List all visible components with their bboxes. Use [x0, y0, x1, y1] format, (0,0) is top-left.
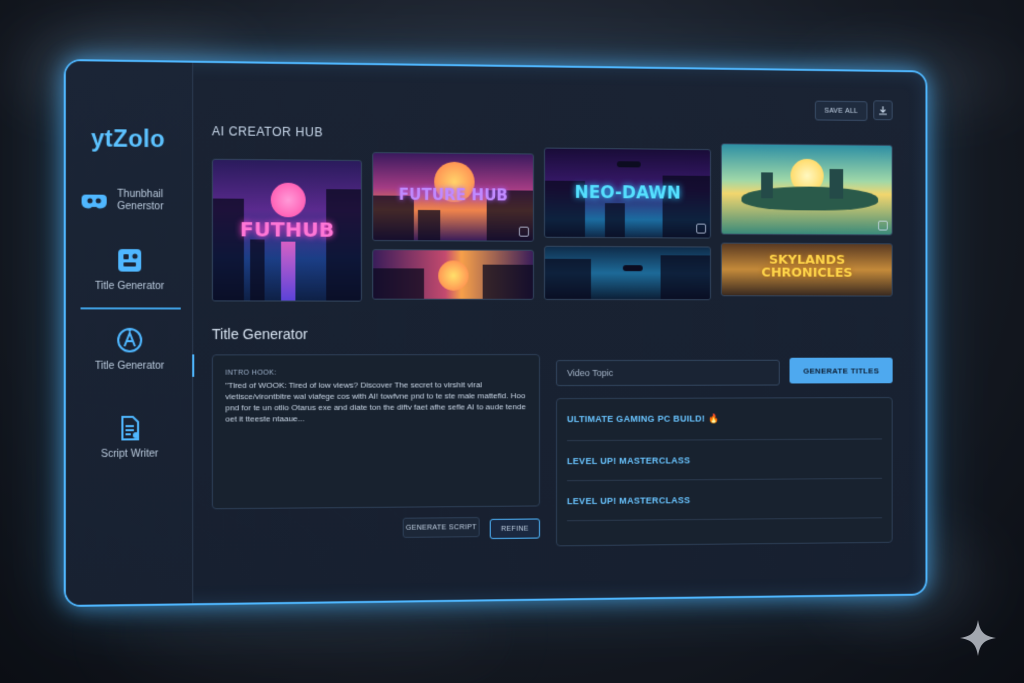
thumbnail-caption: NEO-DAWN [574, 182, 681, 204]
brand-logo: ytZolo [91, 124, 165, 153]
script-text: "Tired of WOOK: Tired of low views? Disc… [225, 380, 526, 424]
sidebar-item-label: Thunbhail Generstor [117, 188, 164, 213]
thumbnail-caption [545, 247, 710, 248]
sidebar-item-script-writer[interactable]: Script Writer [66, 414, 193, 461]
thumbnail-card[interactable]: NEO-DAWN [544, 147, 711, 239]
background-table [120, 603, 500, 663]
save-all-button[interactable]: SAVE ALL [814, 100, 868, 121]
sidebar-item-thumbnail-generator[interactable]: Thunbhail Generstor [66, 186, 193, 215]
sparkle-icon [960, 620, 996, 656]
thumbnail-action-icon[interactable] [696, 223, 707, 234]
title-result[interactable]: ULTIMATE GAMING PC BUILD! 🔥 [567, 398, 882, 442]
page-title: AI CREATOR HUB [211, 124, 324, 140]
thumbnail-card[interactable]: SKYLANDS CHRONICLES [720, 242, 893, 297]
sidebar: ytZolo Thunbhail Generstor Title Generat… [65, 61, 194, 605]
sidebar-item-label: Title Generator [95, 280, 165, 293]
script-label: INTRO HOOK: [225, 369, 277, 377]
title-result[interactable]: LEVEL UP! MASTERCLASS [567, 439, 882, 482]
gamepad-icon [81, 194, 107, 209]
ai-icon [115, 326, 144, 355]
thumbnail-card[interactable] [720, 143, 893, 236]
thumbnail-card[interactable] [544, 245, 711, 301]
app-window: ytZolo Thunbhail Generstor Title Generat… [63, 58, 928, 608]
thumbnail-caption: SKYLANDS CHRONICLES [761, 252, 853, 281]
thumbnail-caption: FUTURE HUB [398, 185, 508, 205]
video-topic-input[interactable] [556, 359, 780, 387]
sidebar-item-label: Script Writer [101, 448, 159, 461]
sidebar-item-title-generator-ai[interactable]: Title Generator [66, 326, 193, 372]
thumbnail-caption [722, 144, 892, 146]
download-icon [878, 105, 888, 115]
download-button[interactable] [873, 100, 893, 121]
section-title: Title Generator [211, 325, 308, 343]
document-icon [115, 414, 144, 443]
thumbnail-card[interactable] [372, 249, 534, 300]
thumbnail-card[interactable]: FUTURE HUB [372, 152, 534, 242]
title-result[interactable]: LEVEL UP! MASTERCLASS [567, 478, 882, 522]
active-indicator [80, 307, 181, 310]
thumbnail-caption [373, 250, 533, 251]
sidebar-item-title-generator[interactable]: Title Generator [66, 246, 193, 292]
thumbnail-card[interactable]: FUTHUB [211, 158, 362, 302]
generate-script-button[interactable]: GENERATE SCRIPT [402, 517, 480, 538]
generate-titles-button[interactable]: GENERATE TITLES [789, 357, 893, 384]
thumbnail-action-icon[interactable] [518, 226, 529, 237]
thumbnail-action-icon[interactable] [878, 220, 888, 231]
thumbnail-caption: FUTHUB [239, 217, 335, 242]
title-results-list: ULTIMATE GAMING PC BUILD! 🔥 LEVEL UP! MA… [556, 397, 893, 547]
sidebar-item-label: Title Generator [95, 360, 165, 372]
script-textarea[interactable]: INTRO HOOK: "Tired of WOOK: Tired of low… [211, 354, 540, 510]
scroll-indicator [192, 354, 195, 377]
layout-icon [118, 249, 142, 272]
refine-button[interactable]: REFINE [489, 518, 540, 540]
